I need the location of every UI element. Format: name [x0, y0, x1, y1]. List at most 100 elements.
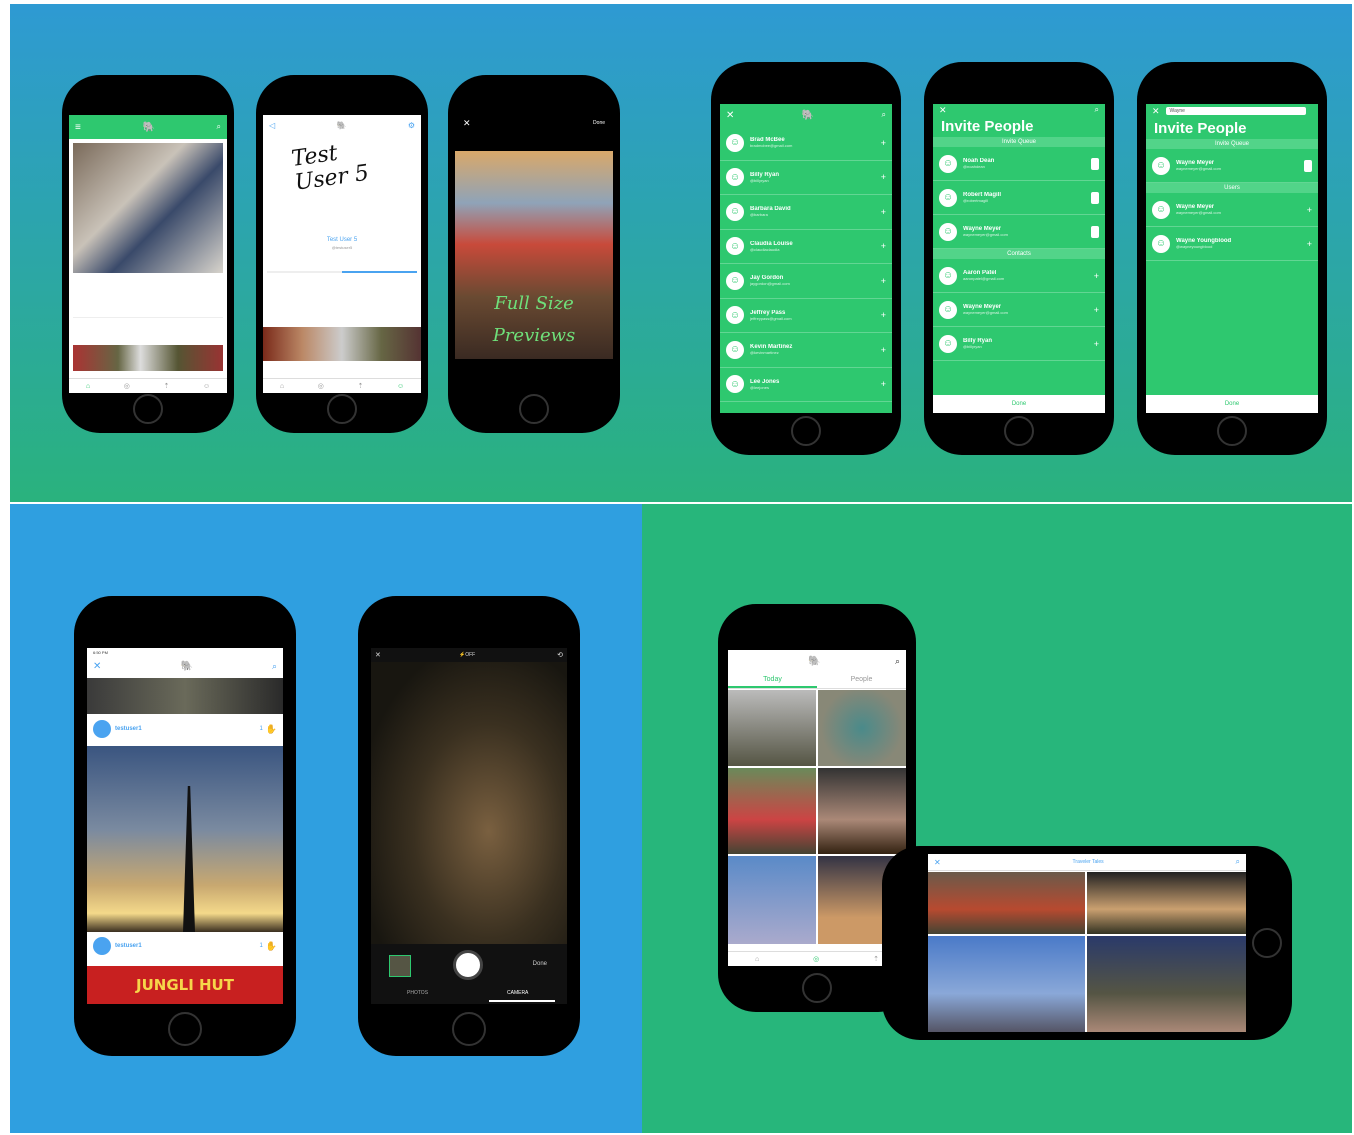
add-icon[interactable]: +: [881, 172, 886, 182]
avatar[interactable]: [93, 937, 111, 955]
gallery-thumbnail[interactable]: [389, 955, 411, 977]
tab-camera[interactable]: CAMERA: [507, 990, 528, 996]
person-row[interactable]: ☺ Jeffrey Pass jeffreypass@gmail.com +: [720, 299, 892, 333]
add-icon[interactable]: +: [881, 379, 886, 389]
feed-photo[interactable]: [73, 143, 223, 273]
home-button[interactable]: [802, 973, 832, 1003]
switch-camera-icon[interactable]: ⟲: [557, 651, 563, 659]
grid-photo[interactable]: [1087, 936, 1246, 1032]
home-icon[interactable]: ⌂: [86, 383, 90, 390]
queued-checkbox[interactable]: [1091, 225, 1099, 238]
like-icon[interactable]: ✋: [266, 724, 277, 735]
profile-tabs[interactable]: [267, 271, 417, 273]
search-icon[interactable]: ⌕: [882, 110, 886, 120]
add-icon[interactable]: +: [881, 310, 886, 320]
thumbnail-strip[interactable]: [263, 327, 421, 361]
close-icon[interactable]: ✕: [934, 858, 941, 867]
grid-photo[interactable]: [928, 872, 1085, 934]
person-row[interactable]: ☺ Aaron Patel aaronpatel@gmail.com +: [933, 259, 1105, 293]
home-button[interactable]: [1004, 416, 1034, 446]
grid-photo[interactable]: [728, 768, 816, 854]
add-icon[interactable]: +: [1307, 239, 1312, 249]
done-button[interactable]: Done: [933, 395, 1105, 413]
person-row[interactable]: ☺ Wayne Meyer waynemeyer@gmail.com +: [1146, 193, 1318, 227]
add-icon[interactable]: +: [1094, 271, 1099, 281]
explore-icon[interactable]: ◎: [124, 382, 130, 390]
add-icon[interactable]: ⇡: [357, 382, 363, 390]
add-icon[interactable]: +: [881, 138, 886, 148]
search-icon[interactable]: ⌕: [272, 661, 277, 672]
add-icon[interactable]: +: [881, 241, 886, 251]
person-row[interactable]: ☺ Wayne Meyer waynemeyer@gmail.com: [933, 215, 1105, 249]
add-icon[interactable]: +: [881, 276, 886, 286]
flash-toggle[interactable]: ⚡OFF: [459, 652, 475, 658]
done-button[interactable]: Done: [593, 120, 605, 126]
camera-viewfinder[interactable]: [371, 662, 567, 944]
person-row[interactable]: ☺ Billy Ryan @billyryan +: [933, 327, 1105, 361]
person-row[interactable]: ☺ Brad McBee bradmcbee@gmail.com +: [720, 126, 892, 161]
done-button[interactable]: Done: [533, 961, 547, 967]
person-row[interactable]: ☺ Noah Dean @noahdean: [933, 147, 1105, 181]
grid-photo[interactable]: [818, 690, 906, 766]
person-row[interactable]: ☺ Robert Magill @robertmagill: [933, 181, 1105, 215]
username[interactable]: testuser1: [115, 943, 259, 949]
tab-today[interactable]: Today: [728, 672, 817, 688]
search-icon[interactable]: ⌕: [1236, 857, 1240, 867]
shutter-button[interactable]: [453, 950, 483, 980]
close-icon[interactable]: ✕: [1152, 106, 1160, 117]
search-icon[interactable]: ⌕: [217, 122, 221, 132]
person-row[interactable]: ☺ Jay Gordon jaygordon@gmail.com +: [720, 264, 892, 299]
profile-icon[interactable]: ☺: [203, 383, 210, 390]
close-icon[interactable]: ✕: [726, 110, 734, 121]
back-icon[interactable]: ◁: [269, 121, 275, 130]
close-icon[interactable]: ✕: [463, 118, 471, 129]
queued-checkbox[interactable]: [1091, 191, 1099, 204]
person-row[interactable]: ☺ Barbara David @barbara +: [720, 195, 892, 230]
search-icon[interactable]: ⌕: [895, 656, 900, 667]
home-button[interactable]: [452, 1012, 486, 1046]
search-icon[interactable]: ⌕: [1095, 105, 1099, 115]
grid-photo[interactable]: [818, 768, 906, 854]
grid-photo[interactable]: [728, 856, 816, 944]
add-icon[interactable]: +: [1307, 205, 1312, 215]
home-button[interactable]: [1252, 928, 1282, 958]
previous-photo[interactable]: [87, 678, 283, 714]
person-row[interactable]: ☺ Wayne Youngblood @wayneyoungblood +: [1146, 227, 1318, 261]
grid-photo[interactable]: [928, 936, 1085, 1032]
person-row[interactable]: ☺ Wayne Meyer waynemeyer@gmail.com +: [933, 293, 1105, 327]
queued-checkbox[interactable]: [1091, 157, 1099, 170]
tab-people[interactable]: People: [817, 672, 906, 688]
avatar[interactable]: [93, 720, 111, 738]
username[interactable]: testuser1: [115, 726, 259, 732]
done-button[interactable]: Done: [1146, 395, 1318, 413]
like-icon[interactable]: ✋: [266, 941, 277, 952]
close-icon[interactable]: ✕: [939, 105, 947, 116]
home-button[interactable]: [791, 416, 821, 446]
menu-icon[interactable]: ≡: [75, 122, 81, 133]
queued-checkbox[interactable]: [1304, 159, 1312, 172]
explore-icon[interactable]: ◎: [318, 382, 324, 390]
grid-photo[interactable]: [728, 690, 816, 766]
person-row[interactable]: ☺ Wayne Meyer waynemeyer@gmail.com: [1146, 149, 1318, 183]
settings-icon[interactable]: ⚙: [408, 121, 415, 130]
person-row[interactable]: ☺ Lee Jones @leejones +: [720, 368, 892, 402]
home-button[interactable]: [327, 394, 357, 424]
person-row[interactable]: ☺ Kevin Martinez @kevinmartinez +: [720, 333, 892, 368]
add-icon[interactable]: ⇡: [873, 955, 879, 963]
tab-photos[interactable]: PHOTOS: [407, 990, 428, 996]
explore-icon[interactable]: ◎: [813, 955, 819, 963]
person-row[interactable]: ☺ Billy Ryan @billyryan +: [720, 161, 892, 195]
next-photo[interactable]: JUNGLI HUT: [87, 966, 283, 1004]
close-icon[interactable]: ✕: [375, 651, 381, 659]
thumbnail-strip[interactable]: [73, 345, 223, 371]
add-icon[interactable]: +: [1094, 339, 1099, 349]
profile-icon[interactable]: ☺: [397, 383, 404, 390]
close-icon[interactable]: ✕: [93, 661, 101, 672]
grid-photo[interactable]: [1087, 872, 1246, 934]
home-icon[interactable]: ⌂: [755, 956, 759, 963]
home-button[interactable]: [168, 1012, 202, 1046]
add-icon[interactable]: +: [881, 345, 886, 355]
add-icon[interactable]: +: [881, 207, 886, 217]
post-photo[interactable]: [87, 746, 283, 932]
home-icon[interactable]: ⌂: [280, 383, 284, 390]
